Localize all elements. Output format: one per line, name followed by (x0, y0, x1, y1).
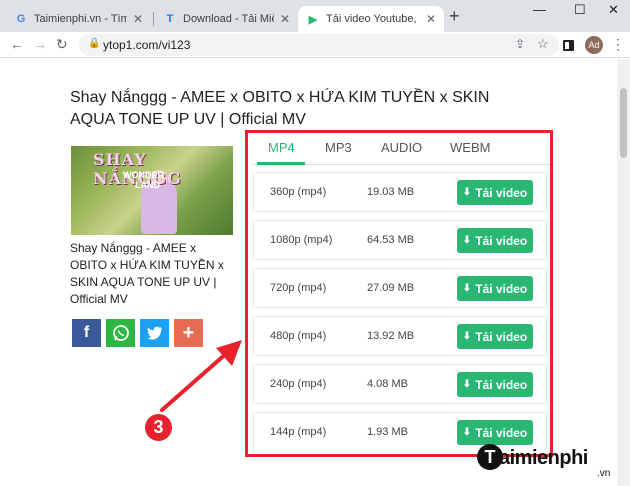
share-page-icon[interactable]: ⇪ (515, 37, 525, 51)
download-site-icon: T (166, 13, 174, 25)
profile-avatar[interactable]: Ad (585, 36, 603, 54)
video-title: Shay Nắnggg - AMEE x OBITO x HỨA KIM TUY… (70, 241, 224, 306)
side-panel-icon[interactable] (563, 40, 574, 51)
browser-tab-download[interactable]: T Download - Tải Miễn Phí VN ✕ (155, 6, 298, 32)
close-tab-icon[interactable]: ✕ (133, 12, 143, 26)
thumbnail-title-text: SHAY NẮNGGG (93, 150, 182, 188)
facebook-icon: f (83, 324, 90, 341)
facebook-share-button[interactable]: f (72, 319, 101, 347)
reload-icon[interactable]: ↻ (56, 36, 68, 52)
url-text[interactable]: ytop1.com/vi123 (103, 38, 190, 52)
maximize-icon[interactable]: ☐ (574, 2, 586, 18)
forward-icon[interactable]: → (33, 36, 47, 52)
lock-icon[interactable]: 🔒 (88, 38, 100, 49)
back-icon[interactable]: ← (10, 36, 24, 52)
tab-title: Taimienphi.vn - Tìm trên Go (34, 13, 127, 25)
minimize-icon[interactable]: — (533, 2, 546, 17)
google-icon: G (16, 13, 26, 25)
play-icon: ▶ (308, 13, 318, 26)
close-tab-icon[interactable]: ✕ (280, 12, 290, 26)
tab-title: Download - Tải Miễn Phí VN (183, 13, 274, 25)
browser-tab-taimienphi[interactable]: G Taimienphi.vn - Tìm trên Go ✕ (6, 6, 151, 32)
browser-toolbar: ← → ↻ 🔒 ytop1.com/vi123 ⇪ ☆ Ad ⋮ (0, 32, 630, 58)
close-window-icon[interactable]: ✕ (608, 2, 619, 18)
browser-tab-ytop[interactable]: ▶ Tải video Youtube, chuyển ✕ (298, 6, 444, 32)
browser-tab-bar: G Taimienphi.vn - Tìm trên Go ✕ T Downlo… (0, 0, 630, 32)
tab-title: Tải video Youtube, chuyển (326, 13, 420, 25)
highlight-frame (245, 130, 553, 457)
thumbnail-subtitle-text: LAND (135, 180, 160, 190)
watermark-text: aimienphi (499, 447, 588, 469)
page-title: Shay Nắnggg - AMEE x OBITO x HỨA KIM TUY… (70, 89, 490, 128)
whatsapp-icon (112, 325, 129, 341)
video-thumbnail[interactable]: SHAY NẮNGGG WONDER LAND (71, 146, 233, 235)
step-number-badge: 3 (145, 414, 172, 441)
close-tab-icon[interactable]: ✕ (426, 12, 436, 26)
new-tab-button[interactable]: + (449, 7, 460, 25)
watermark-domain: .vn (597, 468, 611, 479)
annotation-arrow-icon (160, 340, 242, 412)
address-bar[interactable]: 🔒 ytop1.com/vi123 ⇪ ☆ (79, 34, 559, 56)
thumbnail-subtitle-text: WONDER (123, 170, 164, 180)
browser-menu-icon[interactable]: ⋮ (611, 36, 625, 53)
bookmark-star-icon[interactable]: ☆ (537, 36, 549, 52)
tab-separator (153, 12, 154, 26)
scrollbar-thumb[interactable] (620, 88, 627, 158)
whatsapp-share-button[interactable] (106, 319, 135, 347)
